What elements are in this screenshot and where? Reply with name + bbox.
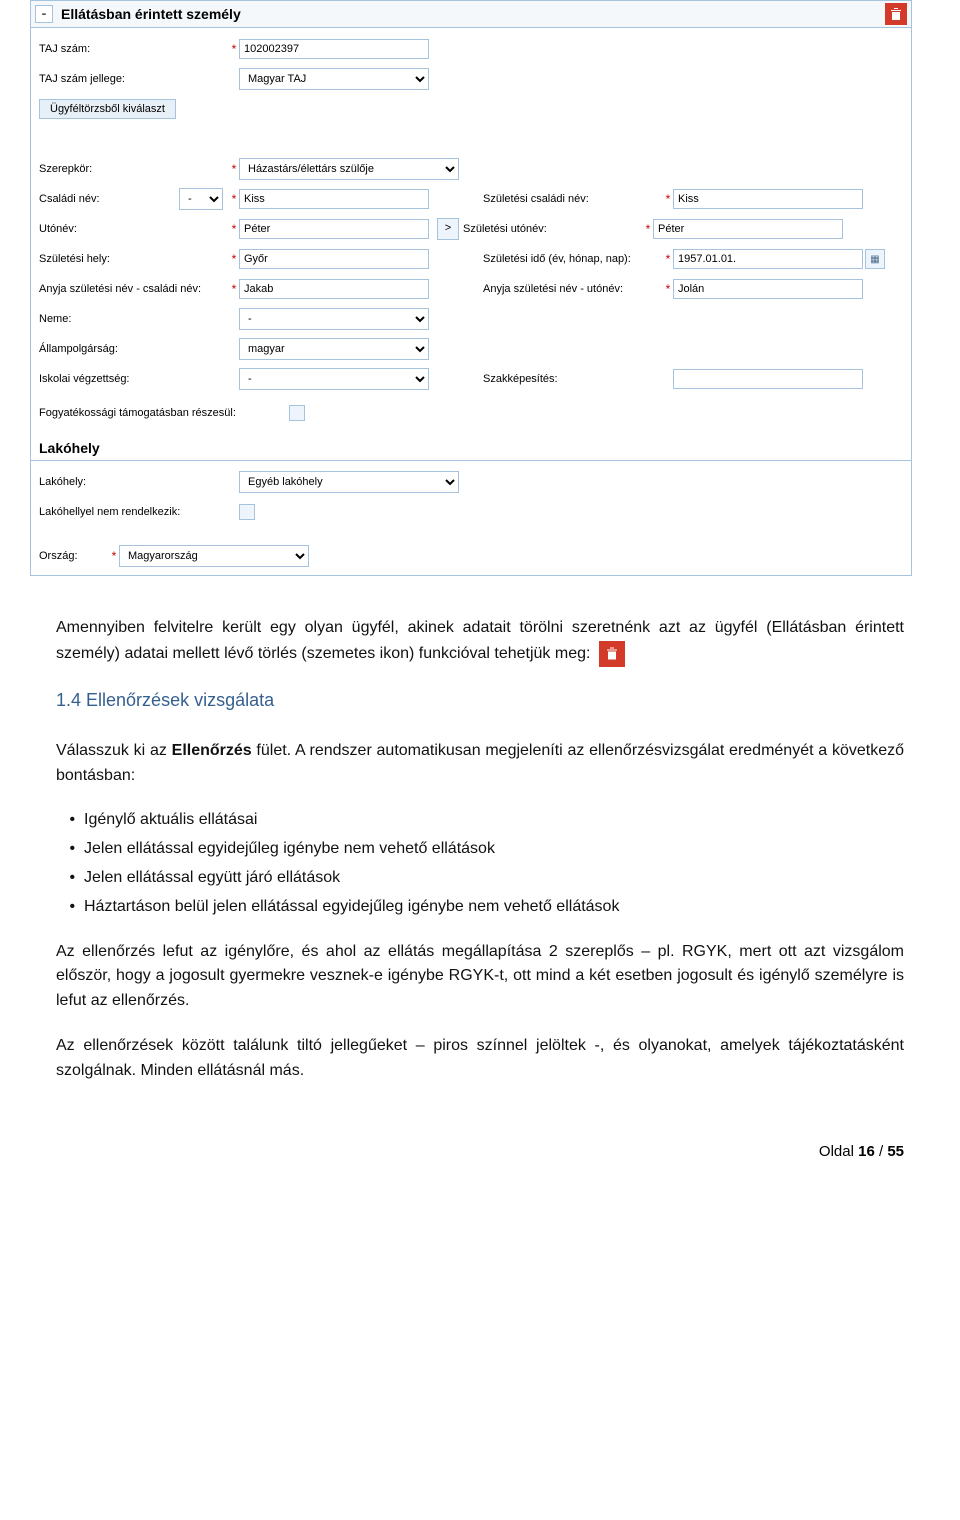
label-csaladi: Családi név: (39, 193, 179, 205)
neme-select[interactable]: - (239, 308, 429, 330)
label-anyauto: Anyja születési név - utónév: (483, 283, 663, 295)
subsection-body-lakohely: Lakóhely: Egyéb lakóhely Lakóhellyel nem… (31, 461, 911, 575)
label-szulhely: Születési hely: (39, 253, 229, 265)
required-mark: * (663, 282, 673, 296)
calendar-icon[interactable]: ▦ (865, 249, 885, 269)
label-szulcsaladi: Születési családi név: (483, 193, 663, 205)
szuluto-input[interactable] (653, 219, 843, 239)
taj-input[interactable] (239, 39, 429, 59)
section-title: Ellátásban érintett személy (61, 6, 241, 22)
label-tajjelleg: TAJ szám jellege: (39, 73, 229, 85)
page-footer: Oldal 16 / 55 (0, 1133, 960, 1180)
fogyat-checkbox[interactable] (289, 405, 305, 421)
szulhely-input[interactable] (239, 249, 429, 269)
label-szuluto: Születési utónév: (463, 223, 643, 235)
paragraph-2: Válasszuk ki az Ellenőrzés fület. A rend… (56, 739, 904, 789)
select-from-client-db-button[interactable]: Ügyféltörzsből kiválaszt (39, 99, 176, 119)
szerepkor-select[interactable]: Házastárs/élettárs szülője (239, 158, 459, 180)
orszag-select[interactable]: Magyarország (119, 545, 309, 567)
copy-name-button[interactable]: > (437, 218, 459, 240)
label-lakohely-nem: Lakóhellyel nem rendelkezik: (39, 506, 229, 518)
iskola-select[interactable]: - (239, 368, 429, 390)
list-item: Igénylő aktuális ellátásai (84, 808, 904, 833)
required-mark: * (663, 192, 673, 206)
anyacsaladi-input[interactable] (239, 279, 429, 299)
szakkep-input[interactable] (673, 369, 863, 389)
label-iskola: Iskolai végzettség: (39, 373, 229, 385)
csaladi-input[interactable] (239, 189, 429, 209)
inline-trash-icon (599, 641, 625, 667)
label-taj: TAJ szám: (39, 43, 229, 55)
subsection-title-lakohely: Lakóhely (31, 432, 911, 461)
check-results-list: Igénylő aktuális ellátásai Jelen ellátás… (84, 808, 904, 919)
collapse-button[interactable]: - (35, 5, 53, 23)
heading-1-4: 1.4 Ellenőrzések vizsgálata (56, 687, 904, 715)
required-mark: * (229, 222, 239, 236)
szulido-input[interactable] (673, 249, 863, 269)
label-fogyat: Fogyatékossági támogatásban részesül: (39, 407, 289, 419)
paragraph-intro: Amennyiben felvitelre került egy olyan ü… (56, 616, 904, 667)
csaladi-prefix-select[interactable]: - (179, 188, 223, 210)
document-body: Amennyiben felvitelre került egy olyan ü… (0, 576, 960, 1133)
required-mark: * (229, 192, 239, 206)
list-item: Jelen ellátással egyidejűleg igénybe nem… (84, 837, 904, 862)
delete-person-button[interactable] (885, 3, 907, 25)
required-mark: * (229, 42, 239, 56)
label-allampolg: Állampolgárság: (39, 343, 229, 355)
required-mark: * (229, 162, 239, 176)
required-mark: * (229, 252, 239, 266)
list-item: Háztartáson belül jelen ellátással egyid… (84, 895, 904, 920)
intro-text: Amennyiben felvitelre került egy olyan ü… (56, 619, 904, 662)
required-mark: * (229, 282, 239, 296)
label-neme: Neme: (39, 313, 229, 325)
required-mark: * (643, 222, 653, 236)
label-szakkep: Szakképesítés: (483, 373, 663, 385)
szulcsaladi-input[interactable] (673, 189, 863, 209)
label-lakohely: Lakóhely: (39, 476, 229, 488)
lakohely-select[interactable]: Egyéb lakóhely (239, 471, 459, 493)
label-utonev: Utónév: (39, 223, 229, 235)
label-szulido: Születési idő (év, hónap, nap): (483, 253, 663, 265)
label-szerepkor: Szerepkör: (39, 163, 229, 175)
trash-icon (890, 7, 902, 21)
paragraph-3: Az ellenőrzés lefut az igénylőre, és aho… (56, 940, 904, 1014)
label-anyacsaladi: Anyja születési név - családi név: (39, 283, 229, 295)
utonev-input[interactable] (239, 219, 429, 239)
section-body: TAJ szám: * TAJ szám jellege: Magyar TAJ… (31, 28, 911, 432)
label-orszag: Ország: (39, 550, 109, 562)
tajjelleg-select[interactable]: Magyar TAJ (239, 68, 429, 90)
form-panel: - Ellátásban érintett személy TAJ szám: … (30, 0, 912, 576)
list-item: Jelen ellátással együtt járó ellátások (84, 866, 904, 891)
anyauto-input[interactable] (673, 279, 863, 299)
lakohely-nem-checkbox[interactable] (239, 504, 255, 520)
allampolg-select[interactable]: magyar (239, 338, 429, 360)
required-mark: * (109, 549, 119, 563)
required-mark: * (663, 252, 673, 266)
paragraph-4: Az ellenőrzések között találunk tiltó je… (56, 1034, 904, 1084)
section-header-person: - Ellátásban érintett személy (31, 0, 911, 28)
